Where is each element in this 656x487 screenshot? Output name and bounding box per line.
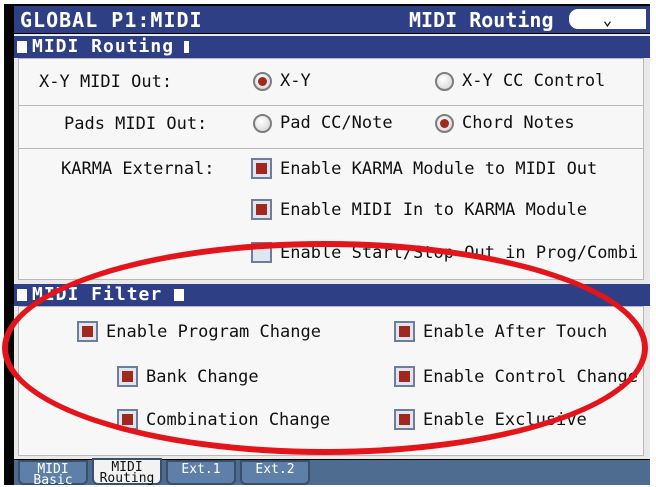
pads-option-cc-note[interactable]: Pad CC/Note — [253, 113, 393, 133]
checkbox-icon — [394, 409, 415, 430]
checkbox-icon — [117, 409, 138, 430]
tab-ext-2[interactable]: Ext.2 — [240, 460, 310, 485]
routing-section: X-Y MIDI Out: X-Y X-Y CC Control Pads MI… — [18, 58, 644, 280]
routing-section-header: MIDI Routing — [14, 36, 650, 58]
filter-section-title: MIDI Filter — [32, 284, 163, 305]
tab-midi-routing[interactable]: MIDI Routing — [92, 458, 162, 485]
xy-option-cc-control-label: X-Y CC Control — [462, 71, 606, 91]
pads-option-cc-note-label: Pad CC/Note — [280, 113, 393, 133]
karma-option-midi-in-to-module[interactable]: Enable MIDI In to KARMA Module — [251, 199, 587, 220]
checkbox-icon — [251, 199, 272, 220]
filter-program-change[interactable]: Enable Program Change — [77, 321, 321, 342]
tab-bar: MIDI Basic MIDI Routing Ext.1 Ext.2 — [14, 458, 650, 485]
pads-option-chord-notes[interactable]: Chord Notes — [435, 113, 575, 133]
filter-exclusive-label: Enable Exclusive — [423, 409, 587, 430]
radio-icon — [253, 71, 272, 91]
chevron-down-icon: ⌄ — [602, 9, 613, 29]
filter-combination-change[interactable]: Combination Change — [117, 409, 330, 430]
page-header: GLOBAL P1:MIDI MIDI Routing ⌄ — [14, 6, 650, 33]
xy-option-xy-label: X-Y — [280, 71, 311, 91]
radio-icon — [435, 113, 454, 133]
checkbox-icon — [251, 242, 272, 263]
karma-external-label: KARMA External: — [61, 159, 215, 179]
karma-option-label: Enable MIDI In to KARMA Module — [280, 199, 588, 220]
page-name: MIDI Routing — [409, 8, 554, 32]
tab-ext-1[interactable]: Ext.1 — [166, 460, 236, 485]
filter-exclusive[interactable]: Enable Exclusive — [394, 409, 587, 430]
checkbox-icon — [117, 366, 138, 387]
checkbox-icon — [251, 158, 272, 179]
xy-option-xy[interactable]: X-Y — [253, 71, 311, 91]
xy-midi-out-label: X-Y MIDI Out: — [39, 72, 173, 92]
tab-midi-basic[interactable]: MIDI Basic — [18, 460, 88, 485]
filter-section: Enable Program Change Bank Change Combin… — [18, 306, 644, 456]
karma-option-label: Enable KARMA Module to MIDI Out — [280, 158, 598, 179]
filter-control-change[interactable]: Enable Control Change — [394, 366, 638, 387]
pads-midi-out-label: Pads MIDI Out: — [64, 114, 208, 134]
xy-option-cc-control[interactable]: X-Y CC Control — [435, 71, 605, 91]
routing-section-title: MIDI Routing — [32, 36, 175, 57]
radio-icon — [253, 113, 272, 133]
checkbox-icon — [77, 321, 98, 342]
main-panel: MIDI Routing X-Y MIDI Out: X-Y X-Y CC Co… — [14, 34, 650, 459]
karma-option-label: Enable Start/Stop Out in Prog/Combi — [280, 242, 639, 263]
filter-combination-change-label: Combination Change — [146, 409, 331, 430]
radio-icon — [435, 71, 454, 91]
checkbox-icon — [394, 321, 415, 342]
filter-bank-change-label: Bank Change — [146, 366, 259, 387]
page-menu-button[interactable]: ⌄ — [569, 9, 646, 29]
filter-bank-change[interactable]: Bank Change — [117, 366, 259, 387]
filter-control-change-label: Enable Control Change — [423, 366, 638, 387]
screen-frame: GLOBAL P1:MIDI MIDI Routing ⌄ MIDI Routi… — [4, 4, 650, 485]
filter-program-change-label: Enable Program Change — [106, 321, 321, 342]
filter-section-header: MIDI Filter — [14, 284, 650, 306]
page-title: GLOBAL P1:MIDI — [20, 8, 203, 32]
karma-option-module-to-midi-out[interactable]: Enable KARMA Module to MIDI Out — [251, 158, 597, 179]
filter-after-touch[interactable]: Enable After Touch — [394, 321, 607, 342]
pads-option-chord-notes-label: Chord Notes — [462, 113, 575, 133]
filter-after-touch-label: Enable After Touch — [423, 321, 608, 342]
checkbox-icon — [394, 366, 415, 387]
karma-option-start-stop-out[interactable]: Enable Start/Stop Out in Prog/Combi — [251, 242, 638, 263]
